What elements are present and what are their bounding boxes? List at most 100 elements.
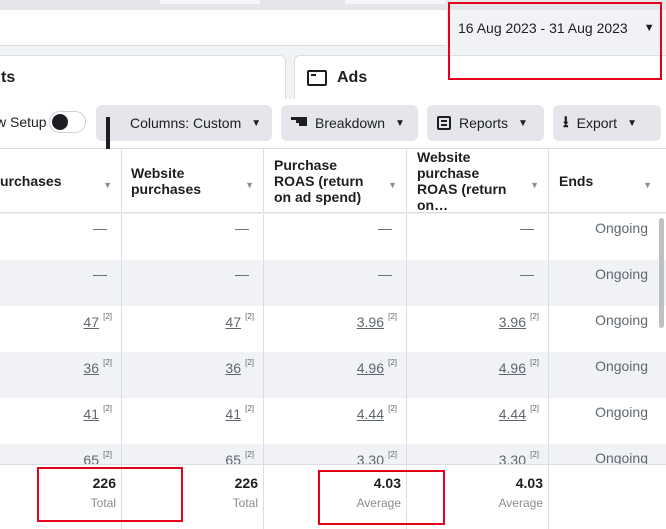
tab-ad-sets[interactable]: ts — [0, 55, 286, 99]
sort-icon[interactable]: ▼ — [103, 177, 112, 193]
cell-purchases: 47 [2] — [0, 306, 122, 352]
cell-value: — — [520, 266, 534, 282]
toggle-knob — [52, 114, 68, 130]
column-header-purchases[interactable]: urchases ▼ — [0, 149, 122, 213]
cell-website-purchases: 36 [2] — [122, 352, 264, 398]
footnote-mark: [2] — [103, 450, 112, 459]
sort-icon[interactable]: ▼ — [245, 177, 254, 193]
cell-value[interactable]: 4.96 — [499, 360, 526, 376]
columns-icon — [106, 116, 122, 156]
export-button[interactable]: ⭳ Export ▼ — [553, 105, 661, 141]
cell-value: Ongoing — [595, 312, 648, 328]
cell-website-roas: 4.96 [2] — [407, 352, 549, 398]
footnote-mark: [2] — [530, 404, 539, 413]
table-row[interactable]: 41 [2] 41 [2] 4.44 [2] 4.44 [2] Ongoing — [0, 398, 666, 444]
footnote-mark: [2] — [388, 312, 397, 321]
top-strip-segment — [160, 0, 260, 4]
reports-button[interactable]: Reports ▼ — [427, 105, 544, 141]
cell-value[interactable]: 47 — [225, 314, 241, 330]
summary-value: 226 — [234, 475, 258, 491]
cell-website-purchases: 41 [2] — [122, 398, 264, 444]
cell-ends: Ongoing — [549, 214, 666, 260]
cell-website-roas: — — [407, 260, 549, 306]
columns-button[interactable]: Columns: Custom ▼ — [96, 105, 272, 156]
highlight-box — [448, 2, 662, 80]
cell-value: — — [235, 220, 249, 236]
cell-value[interactable]: 36 — [225, 360, 241, 376]
breakdown-button-label: Breakdown — [315, 115, 386, 131]
cell-value: — — [93, 220, 107, 236]
chevron-down-icon: ▼ — [395, 117, 405, 129]
footnote-mark: [2] — [530, 312, 539, 321]
export-button-label: Export — [576, 115, 618, 131]
cell-value[interactable]: 4.44 — [357, 406, 384, 422]
column-header-purchase-roas[interactable]: Purchase ROAS (return on ad spend) ▼ — [264, 149, 407, 213]
column-header-label: urchases — [0, 173, 62, 189]
column-header-ends[interactable]: Ends ▼ — [549, 149, 666, 213]
cell-value[interactable]: 4.96 — [357, 360, 384, 376]
toolbar: w Setup Columns: Custom ▼ Breakdown ▼ Re… — [0, 99, 666, 156]
column-header-website-purchase-roas[interactable]: Website purchase ROAS (return on… ▼ — [407, 149, 549, 213]
table-row[interactable]: 36 [2] 36 [2] 4.96 [2] 4.96 [2] Ongoing — [0, 352, 666, 398]
cell-value[interactable]: 47 — [83, 314, 99, 330]
cell-value: Ongoing — [595, 404, 648, 420]
cell-website-purchases: — — [122, 260, 264, 306]
highlight-box — [318, 470, 445, 525]
table-row[interactable]: — — — — Ongoing — [0, 214, 666, 260]
cell-value: Ongoing — [595, 450, 648, 464]
table-row[interactable]: — — — — Ongoing — [0, 260, 666, 306]
cell-ends: Ongoing — [549, 306, 666, 352]
view-setup-toggle[interactable] — [49, 111, 86, 133]
cell-value: Ongoing — [595, 358, 648, 374]
cell-value[interactable]: 36 — [83, 360, 99, 376]
cell-value[interactable]: 41 — [225, 406, 241, 422]
cell-value[interactable]: 3.96 — [357, 314, 384, 330]
cell-roas: 3.96 [2] — [264, 306, 407, 352]
cell-website-purchases: — — [122, 214, 264, 260]
cell-purchases: 41 [2] — [0, 398, 122, 444]
breakdown-button[interactable]: Breakdown ▼ — [281, 105, 418, 141]
footnote-mark: [2] — [103, 404, 112, 413]
cell-roas: 3.30 [2] — [264, 444, 407, 464]
cell-value[interactable]: 41 — [83, 406, 99, 422]
footnote-mark: [2] — [530, 450, 539, 459]
sort-icon[interactable]: ▼ — [388, 177, 397, 193]
sort-icon[interactable]: ▼ — [643, 177, 652, 193]
filter-area[interactable] — [0, 10, 446, 46]
column-header-label: Website purchase ROAS (return on… — [417, 149, 507, 213]
cell-value: Ongoing — [595, 266, 648, 282]
cell-ends: Ongoing — [549, 260, 666, 306]
cell-value: — — [93, 266, 107, 282]
sort-icon[interactable]: ▼ — [530, 177, 539, 193]
column-header-website-purchases[interactable]: Website purchases ▼ — [122, 149, 264, 213]
chevron-down-icon: ▼ — [251, 117, 262, 129]
cell-website-roas: 3.30 [2] — [407, 444, 549, 464]
columns-button-label: Columns: Custom — [130, 115, 242, 131]
cell-value[interactable]: 3.96 — [499, 314, 526, 330]
chevron-down-icon: ▼ — [627, 117, 637, 129]
cell-website-roas: 3.96 [2] — [407, 306, 549, 352]
summary-label: Total — [232, 496, 258, 510]
table-body: — — — — Ongoing — — — — Ongoing 47 [2] 47… — [0, 214, 666, 464]
cell-value[interactable]: 4.44 — [499, 406, 526, 422]
table-scrollbar[interactable] — [659, 218, 664, 328]
footnote-mark: [2] — [245, 450, 254, 459]
footnote-mark: [2] — [388, 450, 397, 459]
cell-purchases: 65 [2] — [0, 444, 122, 464]
table-row[interactable]: 47 [2] 47 [2] 3.96 [2] 3.96 [2] Ongoing — [0, 306, 666, 352]
cell-purchases: — — [0, 260, 122, 306]
cell-website-roas: 4.44 [2] — [407, 398, 549, 444]
cell-website-purchases: 65 [2] — [122, 444, 264, 464]
cell-value[interactable]: 3.30 — [499, 452, 526, 464]
cell-value: — — [378, 220, 392, 236]
cell-value[interactable]: 3.30 — [357, 452, 384, 464]
top-strip-segment — [345, 0, 445, 4]
footnote-mark: [2] — [530, 358, 539, 367]
footnote-mark: [2] — [103, 358, 112, 367]
cell-purchases: 36 [2] — [0, 352, 122, 398]
cell-value[interactable]: 65 — [225, 452, 241, 464]
summary-label: Average — [498, 496, 543, 510]
cell-value[interactable]: 65 — [83, 452, 99, 464]
summary-ends — [549, 465, 666, 529]
table-row[interactable]: 65 [2] 65 [2] 3.30 [2] 3.30 [2] Ongoing — [0, 444, 666, 464]
